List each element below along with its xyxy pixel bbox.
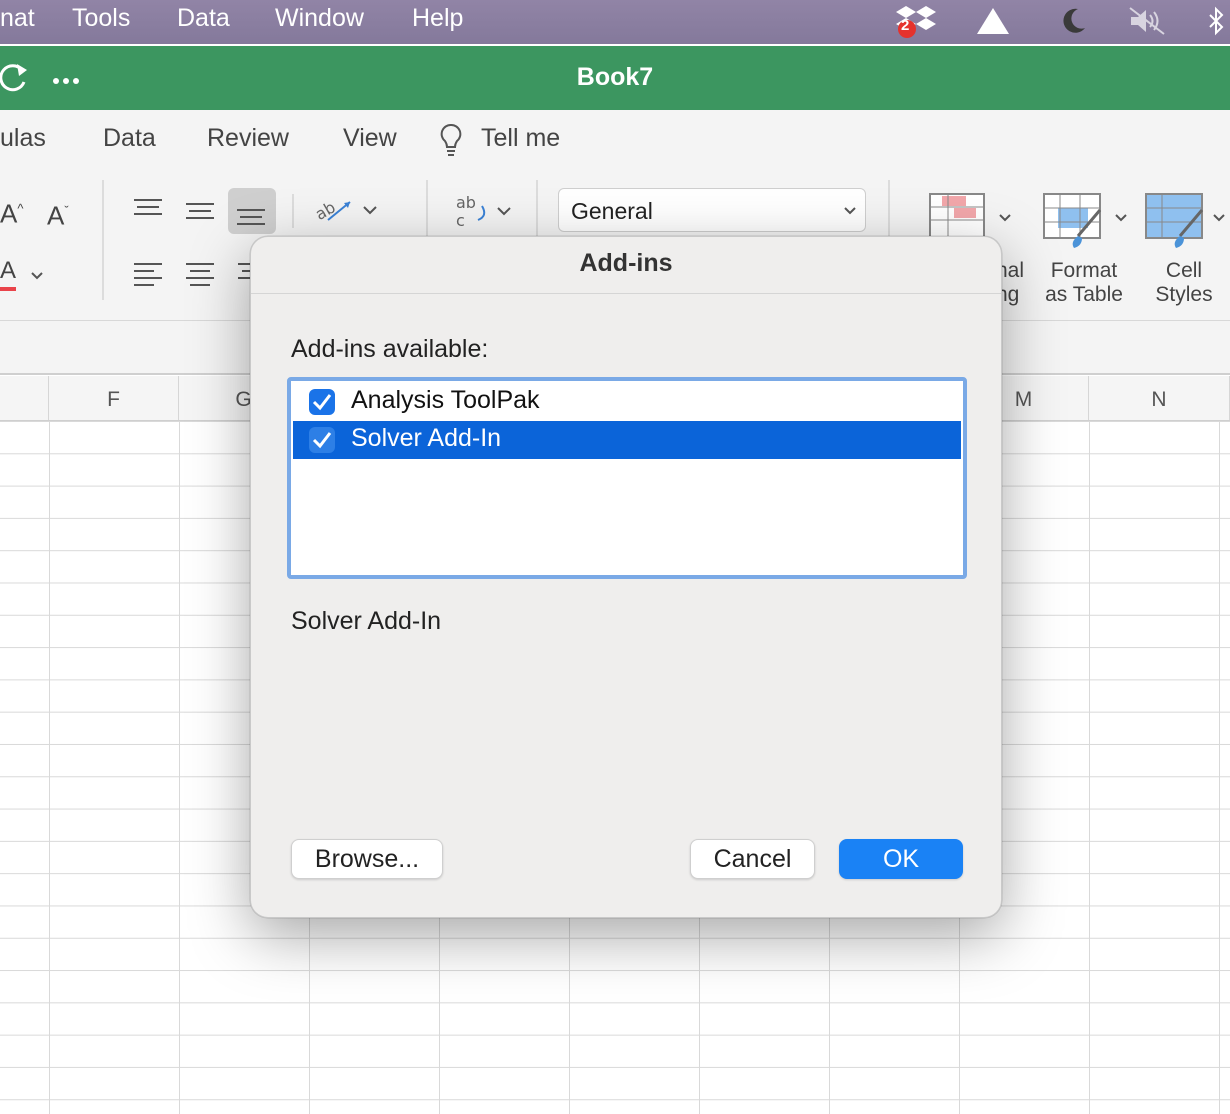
- tab-view[interactable]: View: [343, 124, 397, 153]
- tab-data[interactable]: Data: [103, 124, 156, 153]
- cancel-button[interactable]: Cancel: [690, 839, 815, 879]
- column-header-f[interactable]: F: [49, 376, 179, 420]
- list-item-label: Analysis ToolPak: [351, 386, 540, 414]
- list-item-label: Solver Add-In: [351, 424, 502, 452]
- list-item[interactable]: Analysis ToolPak: [293, 383, 961, 421]
- chevron-down-icon[interactable]: [998, 210, 1012, 228]
- svg-text:ab: ab: [316, 197, 339, 223]
- menu-format[interactable]: nat: [0, 4, 35, 33]
- checkmark-icon: [312, 432, 332, 449]
- ok-button[interactable]: OK: [839, 839, 963, 879]
- add-ins-dialog: Add-ins Add-ins available: Analysis Tool…: [250, 236, 1002, 918]
- window-title: Book7: [576, 63, 654, 91]
- moon-icon[interactable]: [1058, 6, 1088, 41]
- checkmark-icon: [312, 394, 332, 411]
- add-in-description: Solver Add-In: [291, 607, 442, 635]
- menu-data[interactable]: Data: [177, 4, 230, 33]
- drive-icon[interactable]: [975, 6, 1011, 41]
- cell-styles-icon[interactable]: [1144, 192, 1208, 255]
- format-as-table-label-1: Format: [1050, 259, 1118, 282]
- align-bottom-button[interactable]: [228, 188, 276, 234]
- chevron-down-icon[interactable]: [30, 268, 44, 286]
- align-center-icon[interactable]: [186, 262, 216, 293]
- dialog-divider: [251, 293, 1001, 294]
- align-left-icon[interactable]: [134, 262, 164, 293]
- browse-button[interactable]: Browse...: [291, 839, 443, 879]
- number-format-value: General: [571, 198, 653, 224]
- cell-styles-label-2: Styles: [1155, 283, 1213, 306]
- row-header-corner: [0, 376, 49, 420]
- increase-font-icon[interactable]: A^: [0, 196, 23, 227]
- font-color-swatch: [0, 287, 16, 291]
- format-as-table-label-2: as Table: [1045, 283, 1123, 306]
- ribbon-divider: [292, 194, 294, 228]
- dialog-title: Add-ins: [579, 249, 673, 277]
- available-label: Add-ins available:: [291, 335, 489, 363]
- add-ins-list[interactable]: Analysis ToolPak Solver Add-In: [287, 377, 967, 579]
- ribbon-divider: [102, 180, 104, 300]
- number-format-select[interactable]: General: [558, 188, 866, 232]
- chevron-down-icon[interactable]: [1212, 210, 1226, 228]
- svg-text:c: c: [456, 211, 465, 230]
- bluetooth-icon[interactable]: [1206, 6, 1226, 43]
- chevron-down-icon: [844, 207, 856, 215]
- menu-help[interactable]: Help: [412, 4, 463, 33]
- font-color-icon[interactable]: A: [0, 258, 16, 283]
- tab-formulas[interactable]: ulas: [0, 124, 46, 153]
- menu-bar: nat Tools Data Window Help 2: [0, 0, 1230, 44]
- text-orientation-icon[interactable]: ab: [312, 194, 382, 233]
- align-top-icon[interactable]: [134, 198, 164, 223]
- chevron-down-icon[interactable]: [1114, 210, 1128, 228]
- analysis-toolpak-checkbox[interactable]: [309, 389, 335, 415]
- svg-text:ab: ab: [456, 194, 476, 212]
- lightbulb-icon: [438, 122, 464, 163]
- dropbox-badge: 2: [901, 17, 910, 34]
- muted-volume-icon[interactable]: [1128, 6, 1168, 41]
- wrap-text-icon[interactable]: ab c: [456, 193, 516, 235]
- list-item-selected[interactable]: Solver Add-In: [293, 421, 961, 459]
- decrease-font-icon[interactable]: Aˇ: [47, 198, 69, 229]
- menu-window[interactable]: Window: [275, 4, 364, 33]
- title-bar: Book7: [0, 46, 1230, 110]
- align-middle-icon[interactable]: [186, 202, 216, 227]
- solver-add-in-checkbox[interactable]: [309, 427, 335, 453]
- cell-styles-label-1: Cell: [1165, 259, 1203, 282]
- ribbon-tabs: ulas Data Review View Tell me: [0, 110, 1230, 170]
- tab-review[interactable]: Review: [207, 124, 289, 153]
- column-header-n[interactable]: N: [1089, 376, 1230, 420]
- tell-me[interactable]: Tell me: [481, 124, 560, 153]
- menu-tools[interactable]: Tools: [72, 4, 130, 33]
- format-as-table-icon[interactable]: [1042, 192, 1106, 255]
